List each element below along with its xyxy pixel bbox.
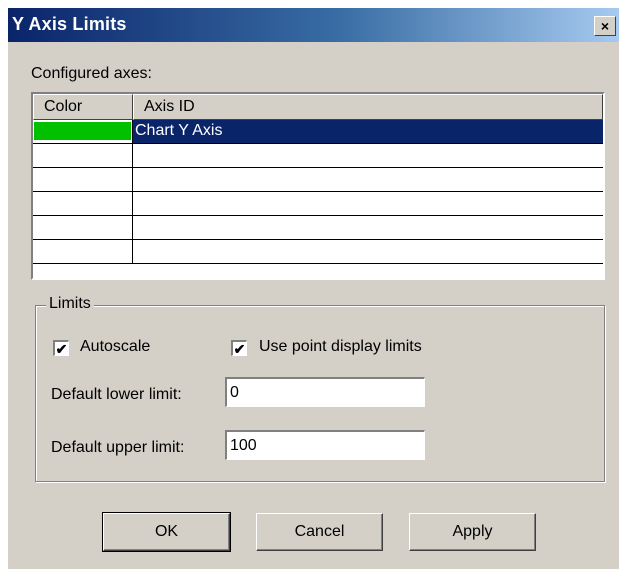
column-header-color[interactable]: Color: [33, 94, 133, 120]
default-upper-limit-input[interactable]: [225, 430, 425, 460]
default-lower-limit-input[interactable]: [225, 377, 425, 407]
color-swatch: [34, 122, 131, 140]
color-cell: [33, 144, 133, 167]
axis-id-cell: [133, 192, 603, 215]
axis-id-cell: [133, 168, 603, 191]
title-bar[interactable]: Y Axis Limits ×: [8, 8, 619, 42]
configured-axes-list[interactable]: Color Axis ID Chart Y Axis: [31, 92, 605, 280]
cancel-button[interactable]: Cancel: [256, 513, 383, 551]
table-row[interactable]: [33, 144, 603, 168]
color-cell: [33, 168, 133, 191]
close-button[interactable]: ×: [594, 16, 616, 36]
color-cell: [33, 192, 133, 215]
check-mark-icon: ✔: [233, 340, 246, 357]
default-lower-limit-label: Default lower limit:: [51, 386, 182, 403]
close-icon: ×: [600, 18, 610, 34]
y-axis-limits-dialog: Y Axis Limits × Configured axes: Color A…: [8, 8, 619, 569]
table-row[interactable]: [33, 192, 603, 216]
table-row[interactable]: [33, 168, 603, 192]
autoscale-label[interactable]: Autoscale: [80, 338, 150, 356]
default-upper-limit-label: Default upper limit:: [51, 439, 185, 456]
table-row[interactable]: [33, 240, 603, 264]
color-cell: [33, 240, 133, 263]
table-row[interactable]: [33, 216, 603, 240]
axis-id-cell: [133, 240, 603, 263]
limits-group-label: Limits: [46, 295, 94, 313]
ok-button[interactable]: OK: [102, 512, 231, 552]
table-row[interactable]: Chart Y Axis: [33, 120, 603, 144]
column-header-axis-id[interactable]: Axis ID: [133, 94, 603, 120]
axis-id-cell: [133, 216, 603, 239]
configured-axes-label: Configured axes:: [31, 65, 152, 82]
color-cell: [33, 120, 133, 143]
list-header: Color Axis ID: [33, 94, 603, 120]
use-point-display-limits-checkbox[interactable]: ✔: [231, 340, 247, 356]
dialog-title: Y Axis Limits: [12, 14, 127, 34]
use-point-display-limits-label[interactable]: Use point display limits: [259, 338, 422, 356]
axis-id-cell: [133, 144, 603, 167]
autoscale-checkbox[interactable]: ✔: [53, 340, 69, 356]
axis-id-cell: Chart Y Axis: [133, 120, 603, 143]
color-cell: [33, 216, 133, 239]
apply-button[interactable]: Apply: [409, 513, 536, 551]
check-mark-icon: ✔: [55, 340, 68, 357]
